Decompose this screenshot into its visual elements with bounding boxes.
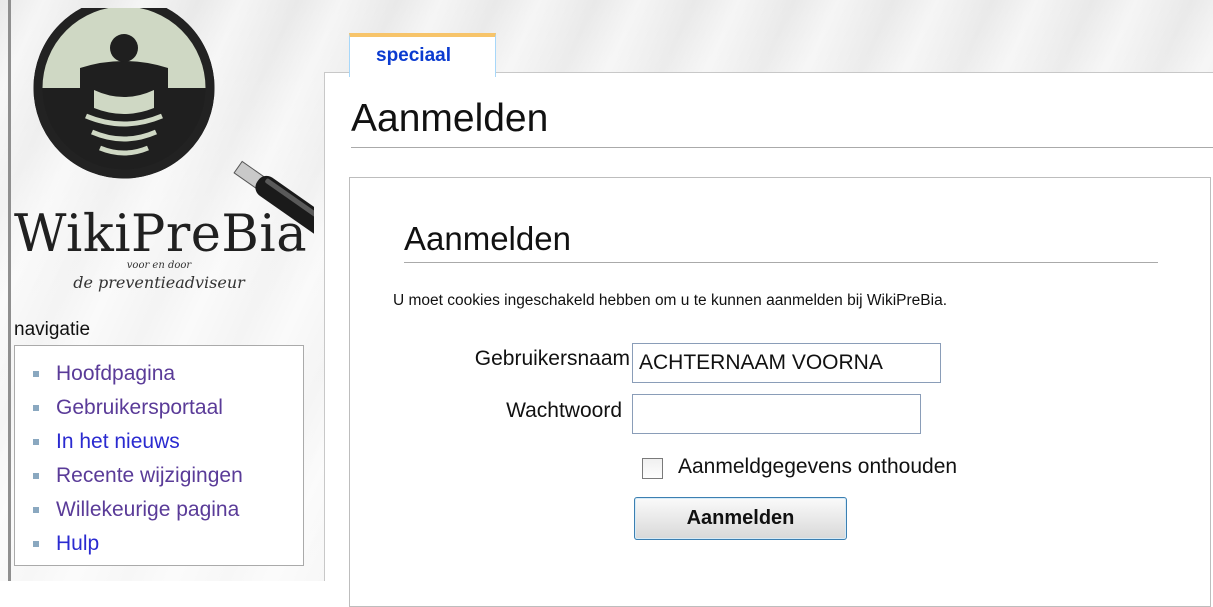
nav-item-in-het-nieuws: In het nieuws [15,425,303,459]
square-bullet-icon [33,541,39,547]
title-divider [351,147,1213,148]
tab-label: speciaal [376,45,451,66]
login-heading: Aanmelden [404,220,571,257]
navigation-portlet: Hoofdpagina Gebruikersportaal In het nie… [14,345,304,566]
logo-tagline: de preventieadviseur [73,273,245,292]
nav-link-gebruikersportaal[interactable]: Gebruikersportaal [56,396,223,420]
logo-wordmark: WikiPreBia [14,205,308,264]
content-area: Aanmelden Aanmelden U moet cookies inges… [324,72,1213,607]
login-submit-button[interactable]: Aanmelden [634,497,847,540]
tab-speciaal[interactable]: speciaal [349,33,496,77]
nav-item-recente-wijzigingen: Recente wijzigingen [15,459,303,493]
logo-tagline-small: voor en door [126,260,192,271]
remember-me-checkbox[interactable] [642,458,663,479]
navigation-list: Hoofdpagina Gebruikersportaal In het nie… [15,346,303,561]
password-label: Wachtwoord [506,399,622,422]
square-bullet-icon [33,507,39,513]
nav-item-willekeurige-pagina: Willekeurige pagina [15,493,303,527]
login-form-box: Aanmelden U moet cookies ingeschakeld he… [349,177,1211,607]
cookie-notice: U moet cookies ingeschakeld hebben om u … [393,292,948,309]
square-bullet-icon [33,371,39,377]
square-bullet-icon [33,405,39,411]
nav-item-gebruikersportaal: Gebruikersportaal [15,391,303,425]
password-input[interactable] [632,394,921,434]
nav-link-hulp[interactable]: Hulp [56,532,99,556]
nav-item-hulp: Hulp [15,527,303,561]
remember-me-label[interactable]: Aanmeldgegevens onthouden [678,455,957,479]
nav-link-hoofdpagina[interactable]: Hoofdpagina [56,362,175,386]
nav-link-in-het-nieuws[interactable]: In het nieuws [56,430,180,454]
page-title: Aanmelden [351,97,549,140]
square-bullet-icon [33,439,39,445]
navigation-heading: navigatie [14,319,91,340]
login-heading-divider [404,262,1158,263]
nav-item-hoofdpagina: Hoofdpagina [15,357,303,391]
username-label: Gebruikersnaam [474,347,630,370]
nav-link-recente-wijzigingen[interactable]: Recente wijzigingen [56,464,243,488]
username-input[interactable] [632,343,941,383]
nav-link-willekeurige-pagina[interactable]: Willekeurige pagina [56,498,239,522]
left-border-rule [8,0,11,581]
square-bullet-icon [33,473,39,479]
